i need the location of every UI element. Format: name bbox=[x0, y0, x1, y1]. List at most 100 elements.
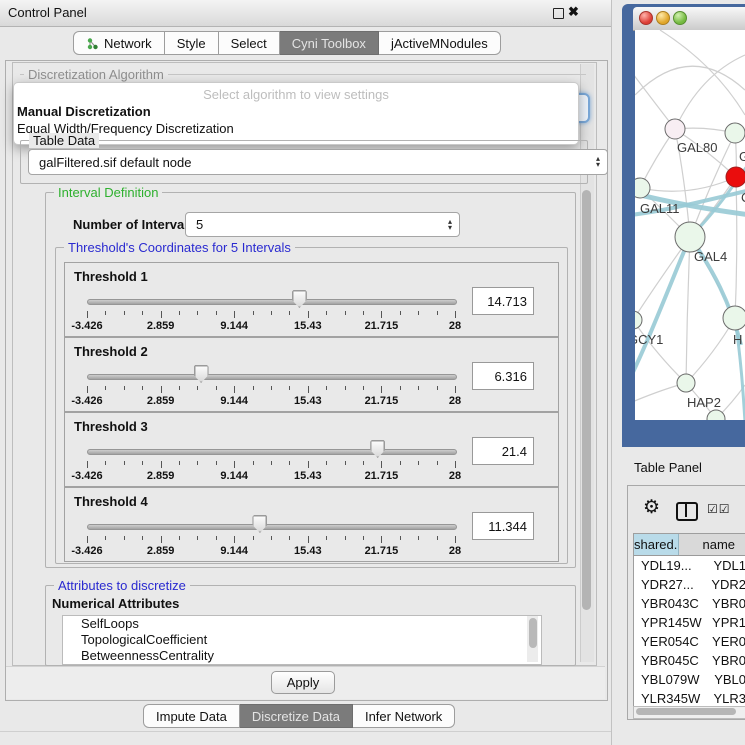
cell-shared-name: YDR27... bbox=[634, 575, 705, 594]
tab-label: Network bbox=[104, 36, 152, 51]
slider-tick bbox=[437, 386, 438, 390]
slider-track[interactable] bbox=[87, 374, 457, 380]
tab-style[interactable]: Style bbox=[165, 31, 219, 55]
vertical-scrollbar-thumb[interactable] bbox=[582, 190, 591, 610]
slider-tick bbox=[455, 386, 456, 393]
tab-network[interactable]: Network bbox=[73, 31, 165, 55]
attributes-list-scrollbar-thumb[interactable] bbox=[529, 618, 537, 648]
float-window-icon[interactable] bbox=[553, 8, 564, 19]
slider-track[interactable] bbox=[87, 449, 457, 455]
zoom-traffic-light[interactable] bbox=[673, 11, 687, 25]
close-icon[interactable]: ✖ bbox=[568, 4, 579, 20]
table-row[interactable]: YBR045CYBR0 bbox=[634, 651, 745, 670]
slider-tick bbox=[308, 536, 309, 543]
slider-tick bbox=[124, 311, 125, 315]
slider-tick bbox=[179, 386, 180, 390]
tab-label: Select bbox=[231, 36, 267, 51]
network-graph[interactable]: GAL80GCGAL11GAL4GCY1HHAP2 bbox=[635, 30, 745, 420]
tab-infer-network[interactable]: Infer Network bbox=[353, 704, 455, 728]
table-row[interactable]: YDR27...YDR2 bbox=[634, 575, 745, 594]
slider-tick bbox=[437, 461, 438, 465]
cell-name: YDL1 bbox=[707, 556, 745, 575]
slider-track[interactable] bbox=[87, 524, 457, 530]
control-panel-title: Control Panel bbox=[8, 5, 87, 20]
slider-thumb[interactable] bbox=[252, 515, 267, 533]
network-node-GCY1[interactable] bbox=[635, 311, 642, 329]
column-header-shared-[interactable]: shared... bbox=[634, 534, 679, 555]
threshold-value-field[interactable]: 21.4 bbox=[472, 437, 534, 465]
attribute-list-item[interactable]: BetweennessCentrality bbox=[63, 648, 541, 664]
table-horizontal-scrollbar-thumb[interactable] bbox=[636, 708, 736, 715]
slider-tick bbox=[345, 311, 346, 315]
table-row[interactable]: YER054CYER0 bbox=[634, 632, 745, 651]
cell-shared-name: YPR145W bbox=[634, 613, 706, 632]
slider-thumb[interactable] bbox=[292, 290, 307, 308]
threshold-label: Threshold 2 bbox=[74, 344, 148, 359]
table-data-combobox[interactable]: galFiltered.sif default node ▴▾ bbox=[28, 149, 608, 175]
number-of-intervals-combobox[interactable]: 5 ▴▾ bbox=[185, 212, 460, 237]
table-row[interactable]: YPR145WYPR1 bbox=[634, 613, 745, 632]
column-header-name[interactable]: name bbox=[679, 534, 745, 555]
slider-tick bbox=[326, 536, 327, 540]
network-node-GAL80[interactable] bbox=[665, 119, 685, 139]
slider-tick-label: 21.715 bbox=[365, 320, 399, 332]
slider-tick bbox=[400, 311, 401, 315]
slider-track[interactable] bbox=[87, 299, 457, 305]
split-pane-icon[interactable] bbox=[676, 502, 698, 521]
network-node-HAP2[interactable] bbox=[677, 374, 695, 392]
apply-button[interactable]: Apply bbox=[271, 671, 335, 694]
slider-tick bbox=[418, 461, 419, 465]
table-row[interactable]: YDL19...YDL1 bbox=[634, 556, 745, 575]
slider-tick bbox=[124, 461, 125, 465]
slider-thumb[interactable] bbox=[194, 365, 209, 383]
threshold-value-field[interactable]: 6.316 bbox=[472, 362, 534, 390]
threshold-value-field[interactable]: 14.713 bbox=[472, 287, 534, 315]
network-node-GAL4[interactable] bbox=[675, 222, 705, 252]
tab-label: Impute Data bbox=[156, 709, 227, 724]
slider-tick bbox=[87, 386, 88, 393]
network-node-label: GAL4 bbox=[694, 249, 727, 264]
slider-tick bbox=[179, 536, 180, 540]
table-row[interactable]: YBR043CYBR0 bbox=[634, 594, 745, 613]
network-edge bbox=[635, 237, 690, 392]
slider-thumb[interactable] bbox=[370, 440, 385, 458]
tab-jactivemnodules[interactable]: jActiveMNodules bbox=[379, 31, 501, 55]
tab-impute-data[interactable]: Impute Data bbox=[143, 704, 240, 728]
tab-discretize-data[interactable]: Discretize Data bbox=[240, 704, 353, 728]
slider-tick bbox=[197, 311, 198, 315]
cell-shared-name: YER054C bbox=[634, 632, 706, 651]
table-row[interactable]: YBL079WYBL0 bbox=[634, 670, 745, 689]
cell-shared-name: YDL19... bbox=[634, 556, 707, 575]
attribute-list-item[interactable]: SelfLoops bbox=[63, 616, 541, 632]
network-edge bbox=[735, 177, 737, 318]
slider-tick bbox=[418, 311, 419, 315]
tab-select[interactable]: Select bbox=[219, 31, 280, 55]
slider-tick-label: 21.715 bbox=[365, 395, 399, 407]
network-node-node-H[interactable] bbox=[723, 306, 745, 330]
slider-tick bbox=[197, 386, 198, 390]
slider-tick bbox=[271, 386, 272, 390]
network-node-node-top-right[interactable] bbox=[725, 123, 745, 143]
gear-icon[interactable]: ⚙ bbox=[643, 496, 660, 519]
numerical-attributes-list[interactable]: SelfLoopsTopologicalCoefficientBetweenne… bbox=[62, 615, 542, 665]
tab-cyni-toolbox[interactable]: Cyni Toolbox bbox=[280, 31, 379, 55]
slider-tick bbox=[455, 536, 456, 543]
algorithm-option[interactable]: Manual Discretization bbox=[17, 104, 151, 119]
slider-tick-label: 2.859 bbox=[147, 320, 175, 332]
minimize-traffic-light[interactable] bbox=[656, 11, 670, 25]
slider-tick bbox=[289, 386, 290, 390]
cell-name: YBR0 bbox=[706, 651, 745, 670]
network-canvas[interactable]: GAL80GCGAL11GAL4GCY1HHAP2 bbox=[635, 30, 745, 420]
network-node-node-red[interactable] bbox=[726, 167, 745, 187]
close-traffic-light[interactable] bbox=[639, 11, 653, 25]
combobox-stepper-icon: ▴▾ bbox=[596, 156, 600, 168]
threshold-label: Threshold 1 bbox=[74, 269, 148, 284]
attribute-list-item[interactable]: TopologicalCoefficient bbox=[63, 632, 541, 648]
slider-tick bbox=[179, 311, 180, 315]
threshold-value-field[interactable]: 11.344 bbox=[472, 512, 534, 540]
network-node-GAL11[interactable] bbox=[635, 178, 650, 198]
slider-tick-label: -3.426 bbox=[71, 395, 102, 407]
slider-tick bbox=[381, 311, 382, 318]
select-columns-icon[interactable]: ☑☑ bbox=[707, 502, 731, 516]
slider-tick-label: 15.43 bbox=[294, 320, 322, 332]
